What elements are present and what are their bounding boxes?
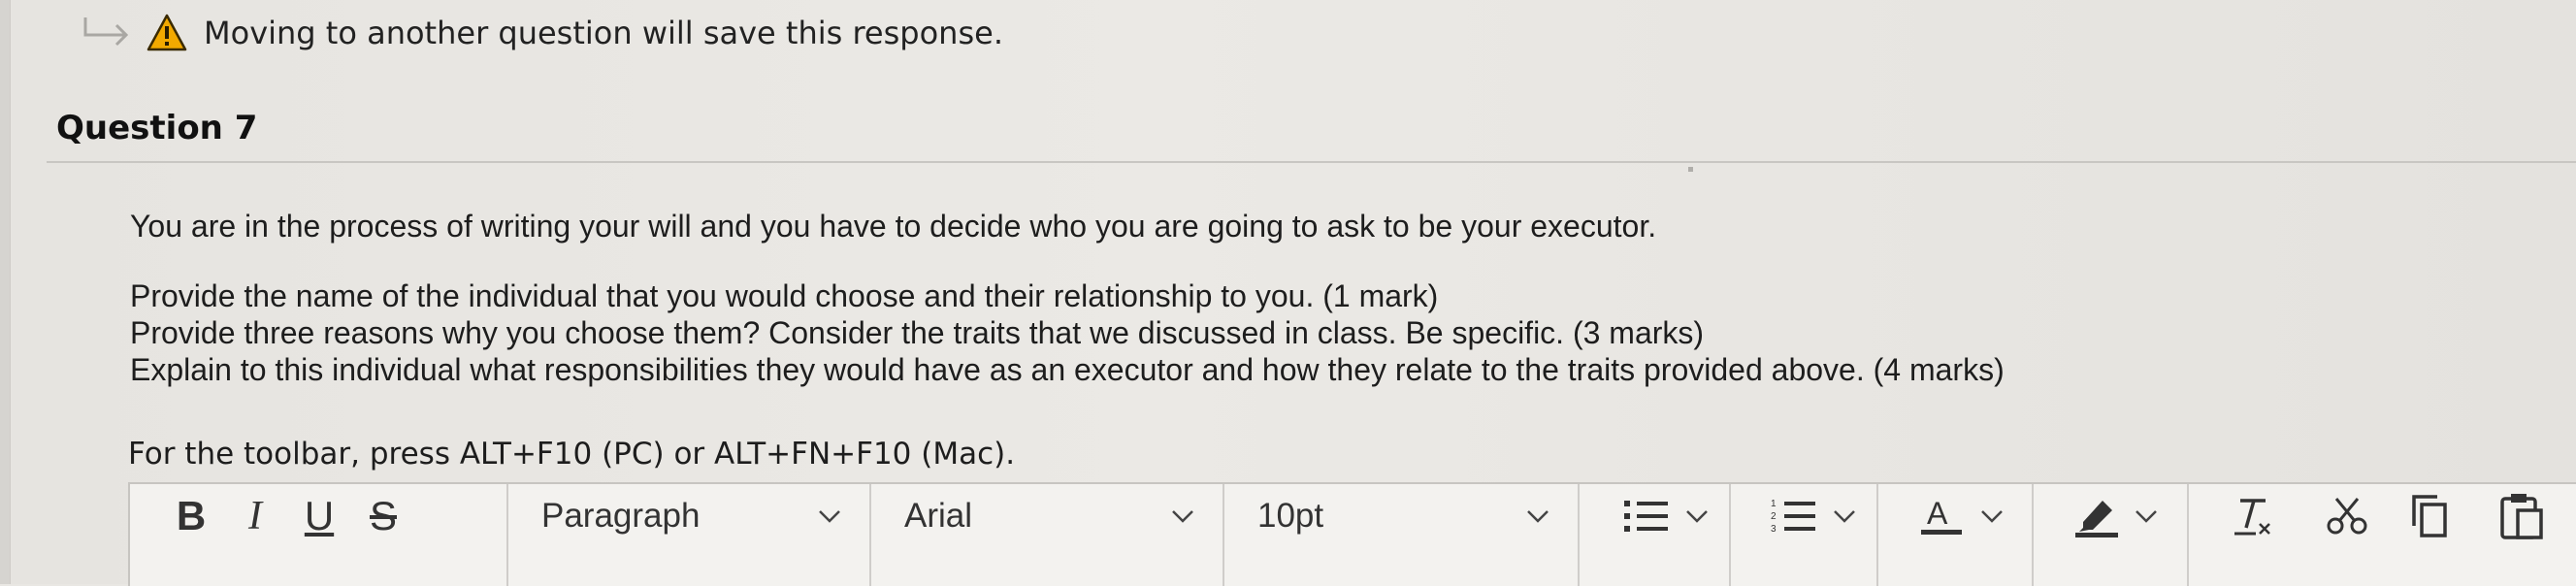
cut-icon [2327,498,2367,535]
font-size-group: 10pt [1224,484,1580,586]
question-intro: You are in the process of writing your w… [130,209,1657,244]
text-color-button[interactable]: A [1908,484,2014,548]
highlight-icon [2075,501,2118,537]
question-title: Question 7 [56,109,258,147]
chevron-down-icon [1686,510,1708,523]
text-color-icon: A [1921,496,1962,535]
bullet-list-group [1580,484,1731,586]
paste-button[interactable] [2497,484,2546,548]
bullet-list-icon [1624,501,1668,532]
format-group: B I U S [130,484,508,586]
question-line-2: Provide three reasons why you choose the… [130,315,1705,350]
svg-text:2: 2 [1771,511,1777,522]
chevron-down-icon [2136,510,2157,523]
toolbar-hint: For the toolbar, press ALT+F10 (PC) or A… [128,437,1016,472]
save-notice: Moving to another question will save thi… [78,4,1003,62]
copy-button[interactable] [2406,484,2455,548]
editor-toolbar: B I U S Paragraph Arial 10pt 1 2 3 A [128,482,2576,586]
svg-text:1: 1 [1771,499,1777,509]
strikethrough-button[interactable]: S [357,484,409,548]
warning-triangle-icon [147,14,187,51]
bullet-list-button[interactable] [1613,484,1719,548]
numbered-list-group: 1 2 3 [1731,484,1878,586]
text-color-group: A [1878,484,2034,586]
question-divider [47,161,2576,172]
save-notice-text: Moving to another question will save thi… [204,15,1003,51]
italic-button[interactable]: I [229,484,281,548]
block-format-dropdown[interactable]: Paragraph [508,484,869,548]
chevron-down-icon [819,510,840,523]
chevron-down-icon [1527,510,1549,523]
font-size-dropdown[interactable]: 10pt [1224,484,1578,548]
cut-button[interactable] [2323,484,2371,548]
block-format-group: Paragraph [508,484,871,586]
numbered-list-icon: 1 2 3 [1771,499,1815,535]
chevron-down-icon [1834,510,1855,523]
paste-icon [2500,494,2543,539]
chevron-down-icon [1981,510,2003,523]
font-size-value: 10pt [1257,497,1324,535]
chevron-down-icon [1172,510,1193,523]
question-text: You are in the process of writing your w… [130,208,2459,388]
clear-formatting-icon [2234,499,2270,536]
highlight-button[interactable] [2061,484,2169,548]
clear-formatting-button[interactable] [2224,484,2282,548]
font-family-dropdown[interactable]: Arial [871,484,1223,548]
text-color-letter: A [1927,496,1948,531]
divider-mark [1688,167,1693,172]
font-family-value: Arial [904,497,973,535]
question-line-3: Explain to this individual what responsi… [130,352,2005,387]
highlight-group [2034,484,2189,586]
copy-paste-group [2406,484,2576,586]
bold-button[interactable]: B [165,484,217,548]
copy-icon [2412,495,2447,537]
font-family-group: Arial [871,484,1224,586]
numbered-list-button[interactable]: 1 2 3 [1760,484,1867,548]
block-format-value: Paragraph [541,497,701,535]
return-arrow-icon [83,17,129,47]
question-line-1: Provide the name of the individual that … [130,278,1439,313]
left-panel-border [0,0,11,584]
underline-button[interactable]: U [293,484,345,548]
svg-text:3: 3 [1771,524,1777,535]
